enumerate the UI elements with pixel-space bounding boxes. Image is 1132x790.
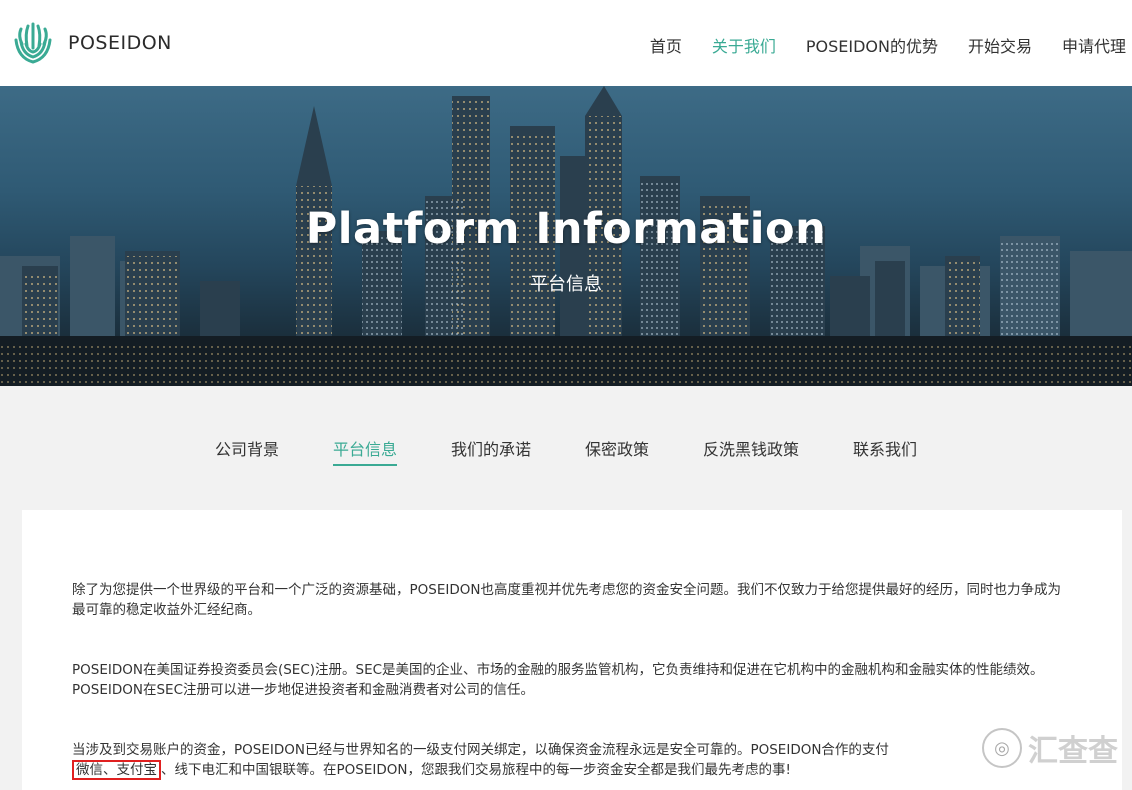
tab-aml-policy[interactable]: 反洗黑钱政策 — [703, 436, 799, 466]
highlighted-payment-methods: 微信、支付宝 — [72, 760, 161, 780]
tab-our-commitment[interactable]: 我们的承诺 — [451, 436, 531, 466]
nav-item-about[interactable]: 关于我们 — [712, 33, 776, 57]
paragraph-payment-gateways: 当涉及到交易账户的资金，POSEIDON已经与世界知名的一级支付网关绑定，以确保… — [72, 740, 1072, 780]
paragraph-payment-part-c: 、线下电汇和中国银联等。在POSEIDON，您跟我们交易旅程中的每一步资金安全都… — [161, 762, 791, 778]
main-nav: 首页 关于我们 POSEIDON的优势 开始交易 申请代理 — [620, 33, 1126, 57]
poseidon-logo-icon — [14, 22, 52, 64]
hero-banner: Platform Information 平台信息 — [0, 86, 1132, 386]
paragraph-sec-registration: POSEIDON在美国证券投资委员会(SEC)注册。SEC是美国的企业、市场的金… — [72, 662, 1044, 698]
site-header: POSEIDON 首页 关于我们 POSEIDON的优势 开始交易 申请代理 — [0, 0, 1132, 86]
watermark-logo-icon: ◎ — [982, 728, 1022, 768]
nav-item-start-trading[interactable]: 开始交易 — [968, 33, 1032, 57]
tab-contact-us[interactable]: 联系我们 — [853, 436, 917, 466]
brand-name: POSEIDON — [68, 32, 172, 54]
nav-item-home[interactable]: 首页 — [650, 33, 682, 57]
section-tabs: 公司背景 平台信息 我们的承诺 保密政策 反洗黑钱政策 联系我们 — [0, 436, 1132, 466]
content-card: 除了为您提供一个世界级的平台和一个广泛的资源基础，POSEIDON也高度重视并优… — [22, 510, 1122, 790]
tab-privacy-policy[interactable]: 保密政策 — [585, 436, 649, 466]
banner-title: Platform Information — [305, 204, 827, 254]
nav-item-advantages[interactable]: POSEIDON的优势 — [806, 33, 938, 57]
paragraph-payment-part-a: 当涉及到交易账户的资金，POSEIDON已经与世界知名的一级支付网关绑定，以确保… — [72, 742, 889, 758]
watermark-text: 汇查查 — [1028, 734, 1118, 769]
tab-platform-info[interactable]: 平台信息 — [332, 436, 397, 466]
nav-item-apply-agent[interactable]: 申请代理 — [1062, 33, 1126, 57]
tab-company-background[interactable]: 公司背景 — [215, 436, 279, 466]
brand-logo[interactable]: POSEIDON — [8, 18, 172, 68]
banner-subtitle: 平台信息 — [530, 274, 602, 295]
paragraph-security: 除了为您提供一个世界级的平台和一个广泛的资源基础，POSEIDON也高度重视并优… — [72, 582, 1061, 618]
watermark: ◎ 汇查查 — [982, 726, 1118, 770]
